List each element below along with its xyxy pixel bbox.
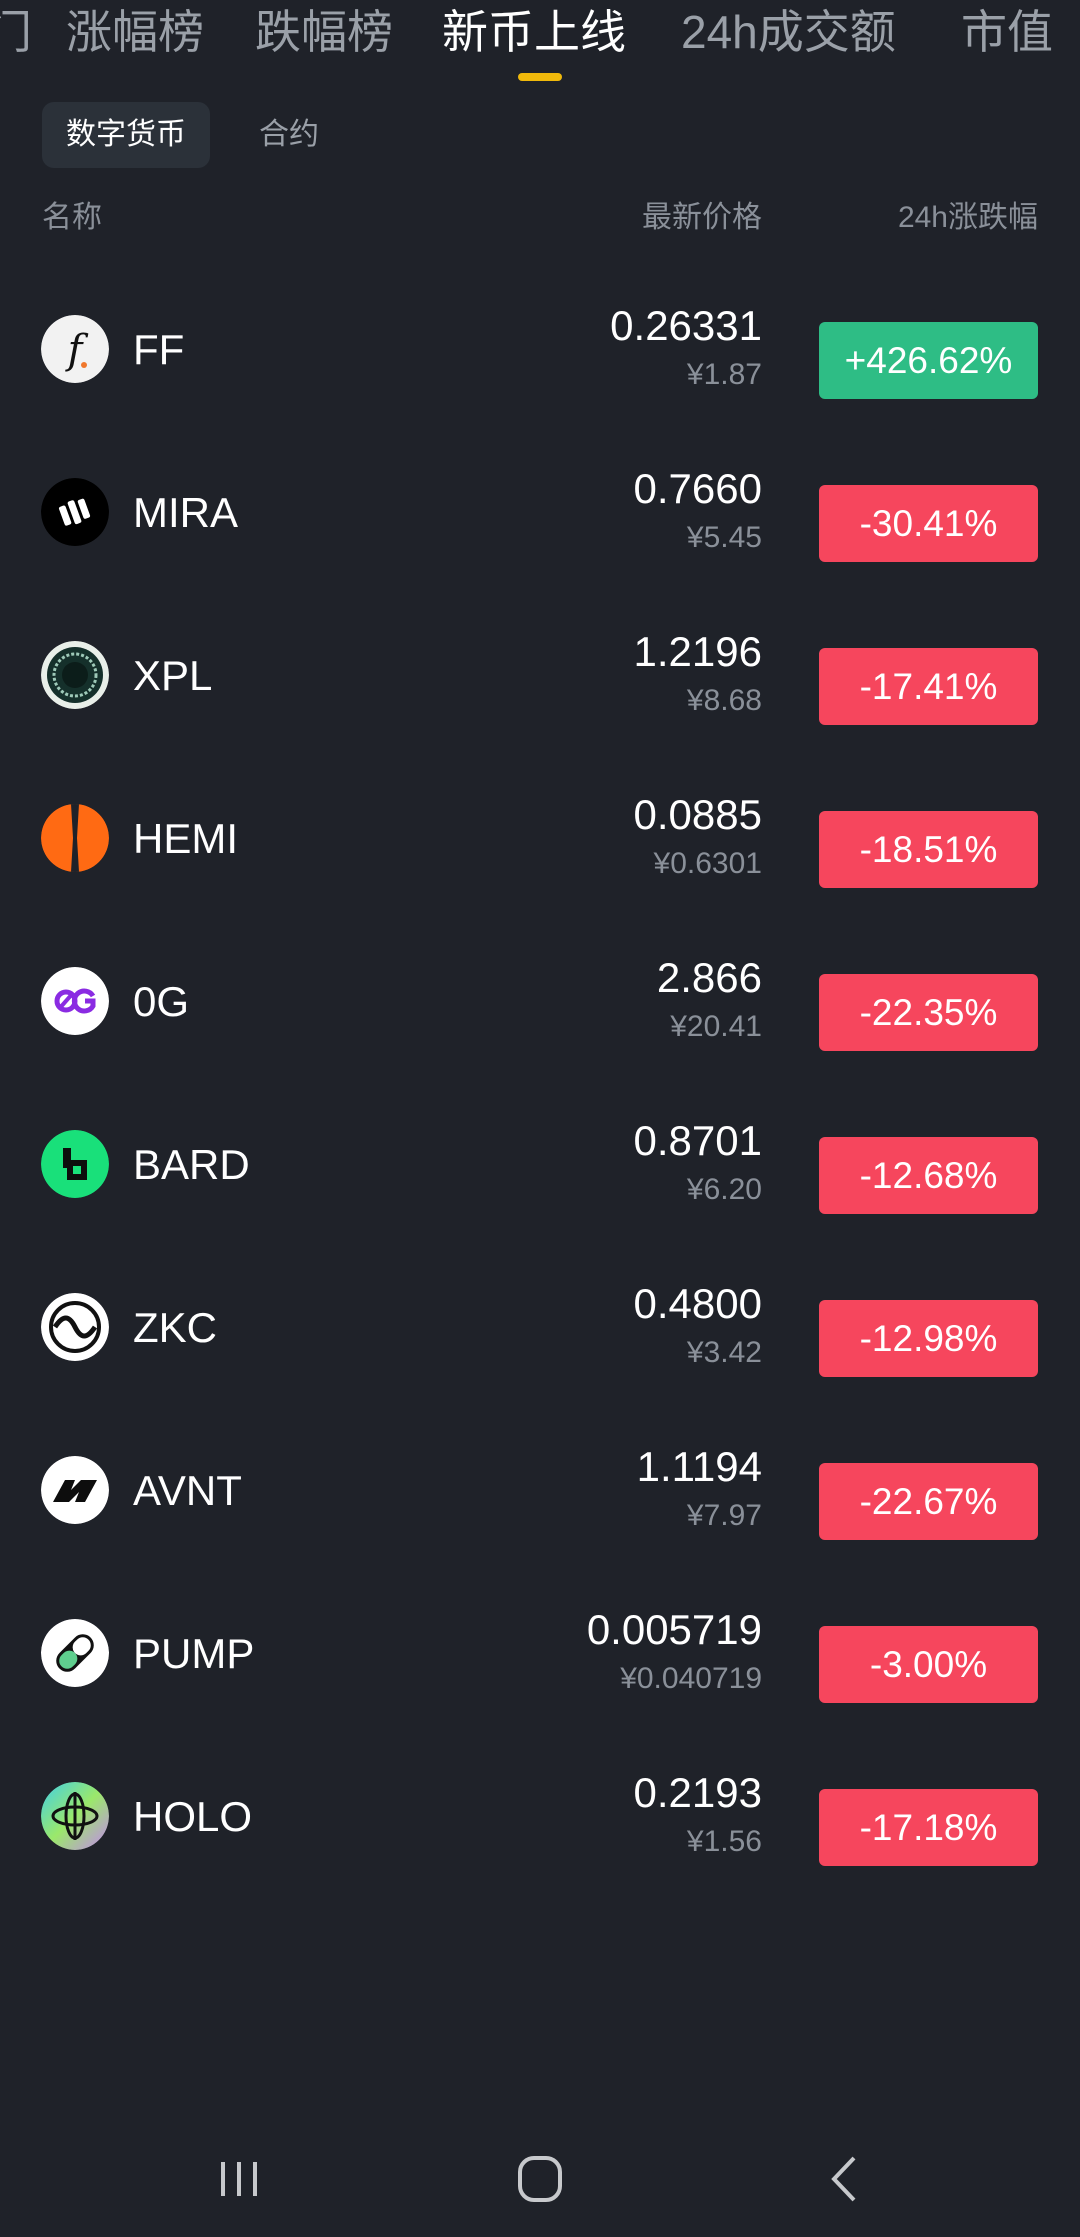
- change-badge[interactable]: -18.51%: [819, 811, 1038, 888]
- change-badge[interactable]: -17.18%: [819, 1789, 1038, 1866]
- pump-coin-icon: [41, 1619, 109, 1687]
- coin-price: 0.7660: [633, 465, 762, 512]
- coin-price: 0.005719: [586, 1606, 762, 1653]
- coin-price: 0.0885: [633, 791, 762, 838]
- coin-symbol: BARD: [133, 1141, 250, 1188]
- recent-apps-icon[interactable]: [204, 2150, 274, 2210]
- 0g-coin-icon: [41, 967, 109, 1035]
- coin-symbol: AVNT: [133, 1467, 242, 1514]
- mira-coin-icon: [41, 478, 109, 546]
- coin-row-hemi[interactable]: HEMI 0.0885 ¥0.6301 -18.51%: [0, 756, 1080, 919]
- coin-fiat-price: ¥1.87: [686, 358, 762, 391]
- coin-price: 1.2196: [633, 628, 762, 675]
- holo-coin-icon: [41, 1782, 109, 1850]
- coin-price: 0.26331: [610, 302, 762, 349]
- coin-symbol: HEMI: [133, 815, 238, 862]
- coin-price: 0.2193: [633, 1769, 762, 1816]
- coin-fiat-price: ¥3.42: [686, 1336, 762, 1369]
- system-navigation-bar: [0, 2120, 1080, 2237]
- coin-fiat-price: ¥1.56: [686, 1825, 762, 1858]
- change-badge[interactable]: -22.35%: [819, 974, 1038, 1051]
- column-header-change[interactable]: 24h涨跌幅: [898, 198, 1038, 238]
- coin-row-avnt[interactable]: AVNT 1.1194 ¥7.97 -22.67%: [0, 1408, 1080, 1571]
- coin-price: 0.8701: [633, 1117, 762, 1164]
- change-badge[interactable]: -17.41%: [819, 648, 1038, 725]
- change-badge[interactable]: -12.68%: [819, 1137, 1038, 1214]
- coin-fiat-price: ¥7.97: [686, 1499, 762, 1532]
- tab-losers[interactable]: 跌幅榜: [255, 0, 393, 64]
- coin-fiat-price: ¥6.20: [686, 1173, 762, 1206]
- zkc-coin-icon: [41, 1293, 109, 1361]
- coin-row-0g[interactable]: 0G 2.866 ¥20.41 -22.35%: [0, 919, 1080, 1082]
- tab-new-listings[interactable]: 新币上线: [442, 0, 626, 64]
- segment-spot[interactable]: 数字货币: [42, 102, 210, 168]
- segment-futures[interactable]: 合约: [259, 102, 319, 168]
- coin-row-zkc[interactable]: ZKC 0.4800 ¥3.42 -12.98%: [0, 1245, 1080, 1408]
- coin-price: 0.4800: [633, 1280, 762, 1327]
- change-badge[interactable]: -22.67%: [819, 1463, 1038, 1540]
- coin-fiat-price: ¥0.040719: [620, 1662, 762, 1695]
- tab-24h-volume[interactable]: 24h成交额: [681, 0, 896, 64]
- coin-symbol: HOLO: [133, 1793, 253, 1840]
- coin-symbol: FF: [133, 326, 185, 373]
- home-icon[interactable]: [505, 2150, 575, 2210]
- coin-row-mira[interactable]: MIRA 0.7660 ¥5.45 -30.41%: [0, 430, 1080, 593]
- ff-coin-icon: f: [41, 315, 109, 383]
- coin-symbol: MIRA: [133, 489, 238, 536]
- coin-symbol: 0G: [133, 978, 190, 1025]
- change-badge[interactable]: +426.62%: [819, 322, 1038, 399]
- coin-price: 1.1194: [636, 1443, 762, 1490]
- coin-fiat-price: ¥8.68: [686, 684, 762, 717]
- coin-fiat-price: ¥20.41: [670, 1010, 762, 1043]
- coin-row-ff[interactable]: f FF 0.26331 ¥1.87 +426.62%: [0, 267, 1080, 430]
- coin-fiat-price: ¥0.6301: [653, 847, 762, 880]
- coin-symbol: ZKC: [133, 1304, 217, 1351]
- column-header-name[interactable]: 名称: [42, 198, 102, 238]
- coin-fiat-price: ¥5.45: [686, 521, 762, 554]
- coin-price: 2.866: [656, 954, 762, 1001]
- change-badge[interactable]: -12.98%: [819, 1300, 1038, 1377]
- hemi-coin-icon: [41, 804, 109, 872]
- coin-symbol: PUMP: [133, 1630, 255, 1677]
- coin-row-holo[interactable]: HOLO 0.2193 ¥1.56 -17.18%: [0, 1734, 1080, 1897]
- change-badge[interactable]: -3.00%: [819, 1626, 1038, 1703]
- active-tab-indicator: [518, 73, 562, 81]
- column-header-price[interactable]: 最新价格: [642, 198, 762, 238]
- tab-hot[interactable]: 门: [0, 0, 32, 64]
- market-tab-bar: 门 涨幅榜 跌幅榜 新币上线 24h成交额 市值: [0, 0, 1080, 92]
- tab-market-cap[interactable]: 市值: [961, 0, 1053, 64]
- xpl-coin-icon: [41, 641, 109, 709]
- coin-row-pump[interactable]: PUMP 0.005719 ¥0.040719 -3.00%: [0, 1571, 1080, 1734]
- avnt-coin-icon: [41, 1456, 109, 1524]
- back-icon[interactable]: [810, 2150, 880, 2210]
- coin-row-bard[interactable]: BARD 0.8701 ¥6.20 -12.68%: [0, 1082, 1080, 1245]
- coin-row-xpl[interactable]: XPL 1.2196 ¥8.68 -17.41%: [0, 593, 1080, 756]
- bard-coin-icon: [41, 1130, 109, 1198]
- tab-gainers[interactable]: 涨幅榜: [66, 0, 204, 64]
- coin-symbol: XPL: [133, 652, 213, 699]
- change-badge[interactable]: -30.41%: [819, 485, 1038, 562]
